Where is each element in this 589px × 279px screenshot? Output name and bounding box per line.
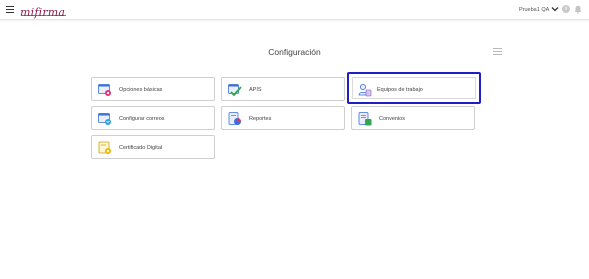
card-label: Equipos de trabajo <box>377 87 423 93</box>
card-label: Reportes <box>249 116 272 122</box>
settings-window-icon <box>98 84 111 96</box>
logo[interactable]: mifirma <box>20 3 66 19</box>
card-certificado-digital[interactable]: Certificado Digital <box>91 135 215 159</box>
card-label: Opciones básicas <box>119 87 163 93</box>
card-label: Convenios <box>379 116 405 122</box>
menu-icon[interactable] <box>6 6 14 13</box>
card-label: Configurar correos <box>119 116 165 122</box>
logo-text: mifirma <box>20 6 66 19</box>
card-label: Certificado Digital <box>119 145 163 151</box>
user-name[interactable]: Prueba1 QA <box>519 6 549 14</box>
info-icon[interactable]: i <box>562 5 570 13</box>
certificate-icon <box>98 141 111 154</box>
card-configurar-correos[interactable]: Configurar correos <box>91 106 215 130</box>
logo-underline <box>22 15 66 16</box>
report-chart-icon <box>228 112 241 125</box>
chevron-down-icon[interactable] <box>551 5 559 13</box>
card-opciones-basicas[interactable]: Opciones básicas <box>91 77 215 101</box>
top-bar: mifirma Prueba1 QA i <box>0 0 589 20</box>
card-equipos-de-trabajo[interactable]: Equipos de trabajo <box>347 72 481 104</box>
list-view-icon[interactable] <box>493 48 502 57</box>
api-check-icon <box>228 84 242 97</box>
mail-settings-icon <box>98 113 111 125</box>
card-convenios[interactable]: Convenios <box>351 106 475 130</box>
card-apis[interactable]: APIS <box>221 77 345 101</box>
agreement-icon <box>358 112 372 126</box>
card-reportes[interactable]: Reportes <box>221 106 345 130</box>
card-label: APIS <box>249 87 262 93</box>
bell-icon[interactable] <box>574 5 582 14</box>
team-icon <box>358 84 372 97</box>
